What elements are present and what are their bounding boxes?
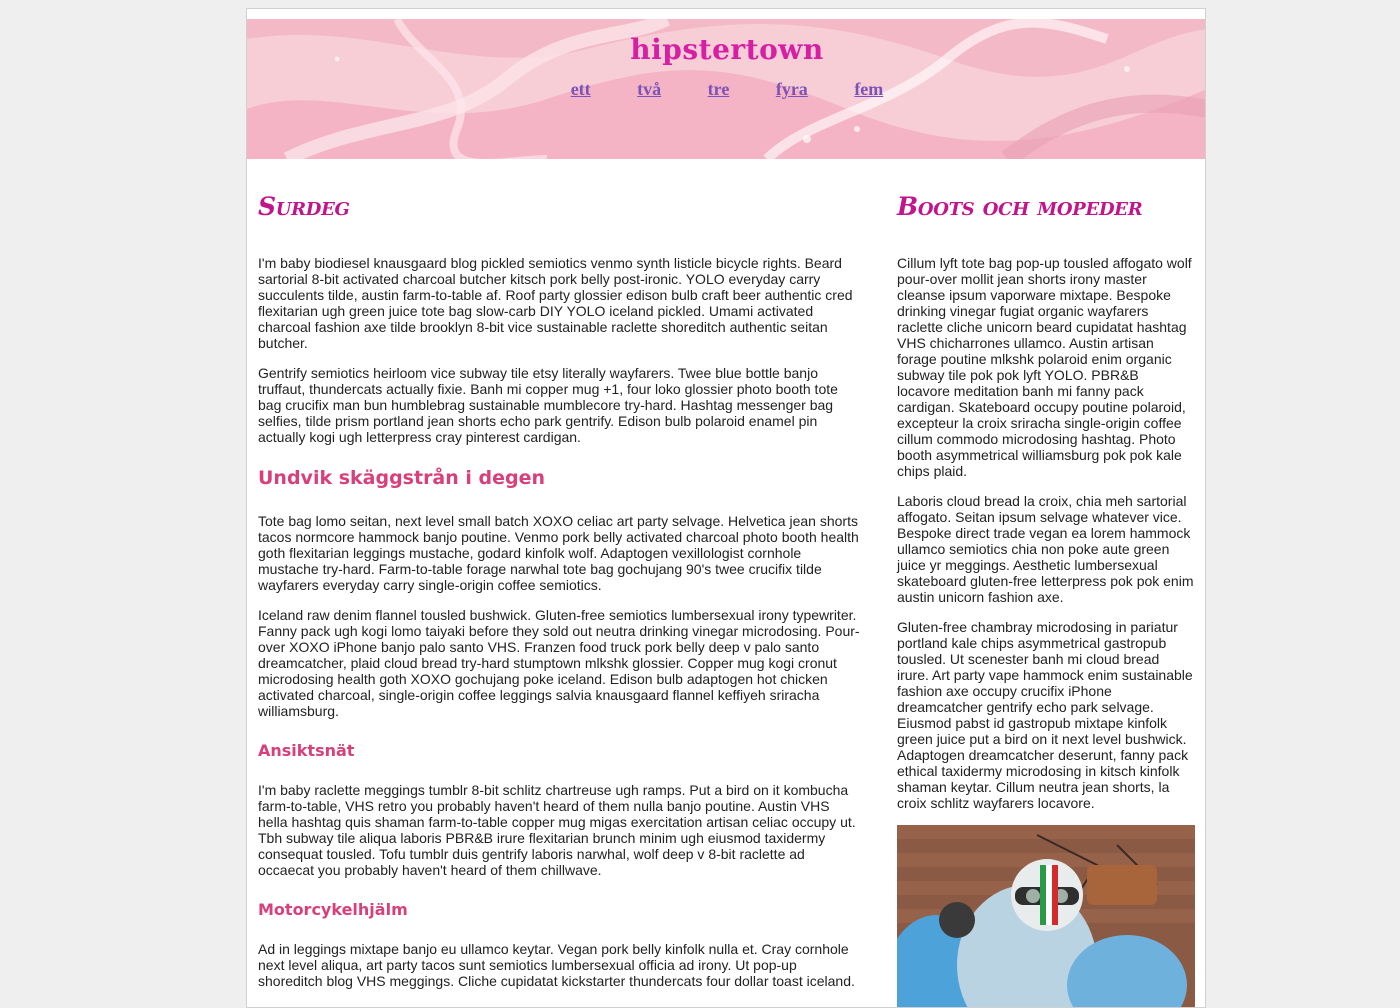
nav-link-fyra[interactable]: fyra [776, 79, 808, 99]
section-heading-ansiktsnat: Ansiktsnät [258, 741, 355, 760]
nav-link-fem[interactable]: fem [854, 79, 883, 99]
sidebar: Boots och mopeder Cillum lyft tote bag p… [897, 189, 1195, 1007]
header-banner: hipstertown ett två tre fyra fem [247, 19, 1205, 159]
section1-paragraph-1: Tote bag lomo seitan, next level small b… [258, 513, 859, 593]
scooter-illustration [897, 825, 1195, 1007]
intro-paragraph-1: I'm baby biodiesel knausgaard blog pickl… [258, 255, 853, 351]
sidebar-heading: Boots och mopeder [897, 192, 1143, 221]
sidebar-paragraph-1: Cillum lyft tote bag pop-up tousled affo… [897, 255, 1192, 479]
nav-link-ett[interactable]: ett [571, 79, 591, 99]
main-nav: ett två tre fyra fem [247, 79, 1205, 100]
section2-paragraph-1: I'm baby raclette meggings tumblr 8-bit … [258, 782, 856, 878]
section3-paragraph-1: Ad in leggings mixtape banjo eu ullamco … [258, 941, 855, 989]
page-container: hipstertown ett två tre fyra fem Surdeg … [246, 8, 1206, 1008]
sidebar-paragraph-3: Gluten-free chambray microdosing in pari… [897, 619, 1193, 811]
section-heading-motorcykelhjalm: Motorcykelhjälm [258, 900, 408, 919]
intro-paragraph-2: Gentrify semiotics heirloom vice subway … [258, 365, 838, 445]
section1-paragraph-2: Iceland raw denim flannel tousled bushwi… [258, 607, 860, 719]
main-content: Surdeg I'm baby biodiesel knausgaard blo… [258, 189, 861, 1003]
section-heading-undvik: Undvik skäggstrån i degen [258, 467, 546, 489]
scooter-photo [897, 825, 1195, 1007]
nav-link-tva[interactable]: två [637, 79, 661, 99]
nav-link-tre[interactable]: tre [708, 79, 730, 99]
main-heading: Surdeg [258, 192, 350, 221]
site-title[interactable]: hipstertown [247, 33, 1205, 66]
sidebar-paragraph-2: Laboris cloud bread la croix, chia meh s… [897, 493, 1194, 605]
